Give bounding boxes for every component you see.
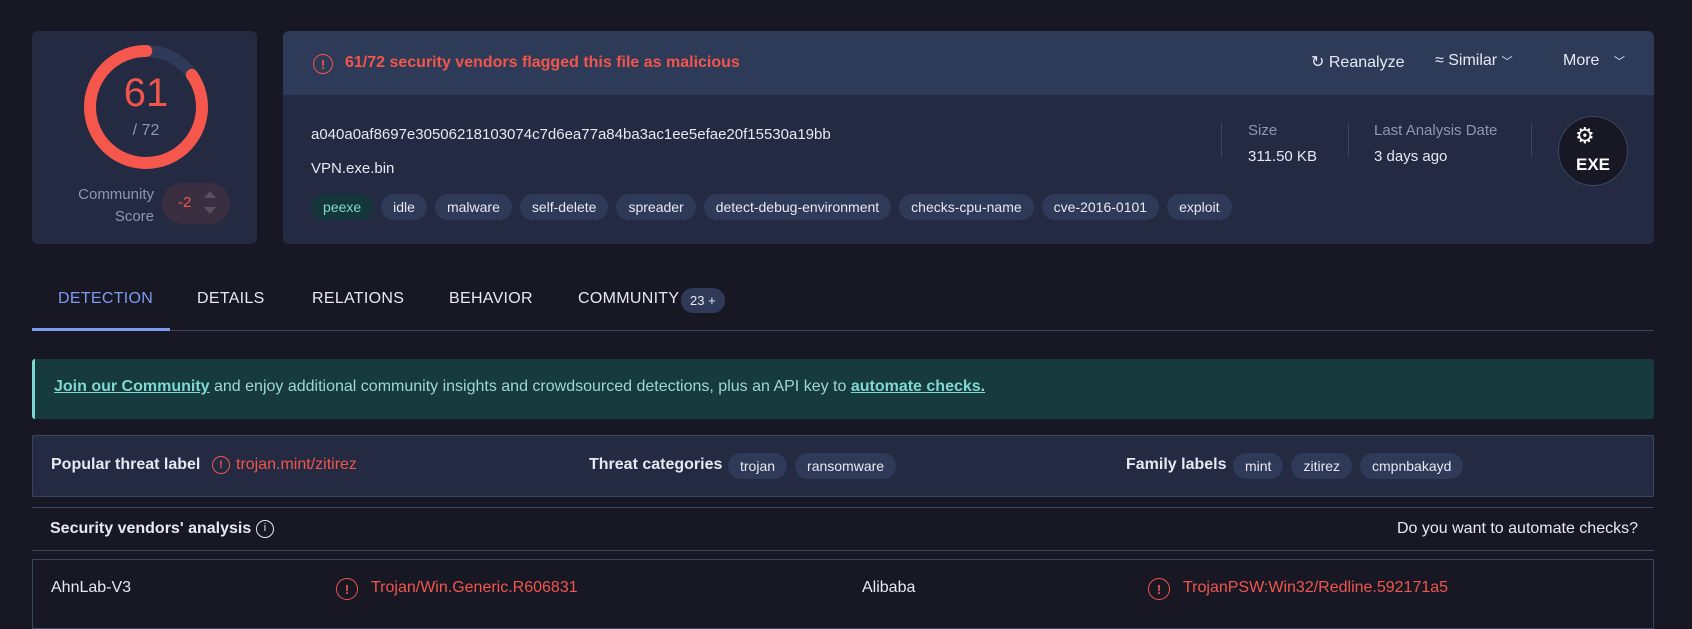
file-tags: peexe idle malware self-delete spreader detec…	[311, 194, 1240, 220]
tag[interactable]: cve-2016-0101	[1041, 194, 1160, 220]
detection-count: 61	[123, 71, 169, 115]
tab-details[interactable]: DETAILS	[197, 290, 265, 308]
more-label: More	[1563, 52, 1600, 69]
divider	[1348, 123, 1349, 157]
vendors-title: Security vendors' analysis	[50, 520, 252, 537]
tag[interactable]: exploit	[1167, 194, 1232, 220]
chevron-down-icon: ﹀	[1501, 56, 1513, 68]
info-icon[interactable]: i	[256, 520, 274, 538]
file-name: VPN.exe.bin	[311, 160, 395, 177]
tab-community[interactable]: COMMUNITY	[578, 290, 679, 308]
exe-label: EXE	[1575, 155, 1611, 174]
threat-summary: Popular threat label ! trojan.mint/zitir…	[32, 435, 1654, 497]
divider	[1531, 123, 1532, 157]
vendor-result: Trojan/Win.Generic.R606831	[371, 579, 578, 596]
vendors-header: Security vendors' analysis i Do you want…	[32, 507, 1654, 551]
community-label-line1: Community	[78, 186, 154, 203]
join-community-link[interactable]: Join our Community	[54, 378, 210, 395]
threat-categories-title: Threat categories	[589, 456, 723, 473]
tab-detection[interactable]: DETECTION	[58, 290, 153, 308]
vendor-name: Alibaba	[862, 579, 916, 596]
tab-relations[interactable]: RELATIONS	[312, 290, 404, 308]
tag[interactable]: detect-debug-environment	[703, 194, 892, 220]
tag[interactable]: mint	[1233, 453, 1284, 479]
similar-label: Similar	[1448, 52, 1498, 69]
community-banner: Join our Community and enjoy additional …	[32, 359, 1654, 419]
vendor-name: AhnLab-V3	[51, 579, 132, 596]
gears-icon: ⚙	[1575, 123, 1595, 148]
family-labels-title: Family labels	[1126, 456, 1227, 473]
tag[interactable]: idle	[381, 194, 427, 220]
tag[interactable]: trojan	[728, 453, 788, 479]
last-analysis-label: Last Analysis Date	[1374, 122, 1498, 139]
file-hash[interactable]: a040a0af8697e30506218103074c7d6ea77a84ba…	[311, 126, 831, 143]
community-count-badge: 23 +	[681, 288, 725, 313]
vendor-result: TrojanPSW:Win32/Redline.592171a5	[1183, 579, 1449, 596]
reanalyze-label: Reanalyze	[1328, 54, 1405, 71]
exe-file-type-icon: ⚙ EXE	[1558, 116, 1628, 186]
last-analysis-value: 3 days ago	[1374, 148, 1448, 165]
tabs-divider	[32, 330, 1654, 331]
community-label-line2: Score	[114, 208, 154, 225]
automate-checks-prompt[interactable]: Do you want to automate checks?	[1397, 520, 1638, 538]
table-row: AhnLab-V3 ! Trojan/Win.Generic.R606831 A…	[32, 559, 1654, 629]
community-score-value: -2	[178, 194, 192, 211]
more-button[interactable]: More ﹀	[1563, 52, 1625, 70]
reanalyze-icon: ↻	[1311, 54, 1325, 71]
chevron-down-icon: ﹀	[1613, 56, 1625, 68]
automate-checks-link[interactable]: automate checks.	[851, 378, 985, 395]
tag[interactable]: zitirez	[1291, 453, 1353, 479]
detection-score-card: 61 / 72 Community Score -2	[32, 31, 257, 244]
size-value: 311.50 KB	[1248, 148, 1317, 165]
alert-icon: !	[1148, 578, 1170, 600]
active-tab-indicator	[32, 328, 170, 331]
detection-total: / 72	[132, 122, 160, 139]
family-labels: mint zitirez cmpnbakayd	[1233, 453, 1471, 479]
popular-threat-label-value[interactable]: trojan.mint/zitirez	[236, 456, 357, 474]
file-summary-card: ! 61/72 security vendors flagged this fi…	[283, 31, 1654, 244]
tag[interactable]: checks-cpu-name	[899, 194, 1034, 220]
alert-text: 61/72 security vendors flagged this file…	[345, 54, 740, 71]
alert-icon: !	[336, 578, 358, 600]
tag[interactable]: malware	[434, 194, 512, 220]
popular-threat-label-title: Popular threat label	[51, 456, 201, 473]
threat-categories: trojan ransomware	[728, 453, 904, 479]
tab-behavior[interactable]: BEHAVIOR	[449, 290, 533, 308]
community-score-label: Community Score	[78, 184, 154, 228]
tag[interactable]: cmpnbakayd	[1360, 453, 1464, 479]
vote-down-icon[interactable]	[204, 207, 216, 214]
vote-up-icon[interactable]	[204, 191, 216, 198]
tag[interactable]: peexe	[311, 194, 374, 220]
tag[interactable]: ransomware	[795, 453, 897, 479]
tag[interactable]: self-delete	[519, 194, 609, 220]
alert-icon: !	[212, 456, 230, 474]
reanalyze-button[interactable]: ↻ Reanalyze	[1311, 52, 1404, 72]
divider	[1221, 123, 1222, 157]
size-label: Size	[1248, 122, 1278, 139]
banner-text: and enjoy additional community insights …	[209, 378, 851, 395]
similar-button[interactable]: ≈ Similar ﹀	[1435, 52, 1513, 70]
community-score-pill[interactable]: -2	[162, 183, 230, 224]
alert-icon: !	[313, 54, 333, 74]
similar-icon: ≈	[1435, 52, 1444, 69]
tag[interactable]: spreader	[616, 194, 696, 220]
